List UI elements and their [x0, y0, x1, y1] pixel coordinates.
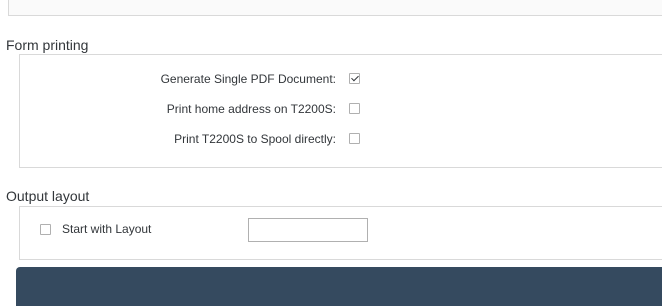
layout-input[interactable]: [248, 218, 368, 242]
start-with-layout-label: Start with Layout: [62, 222, 152, 236]
print-home-address-label: Print home address on T2200S:: [166, 102, 336, 116]
output-layout-group: Start with Layout: [19, 206, 662, 260]
generate-single-pdf-checkbox[interactable]: [349, 73, 360, 84]
print-home-address-row: Print home address on T2200S:: [20, 99, 360, 119]
print-home-address-checkbox[interactable]: [349, 103, 360, 114]
output-layout-title: Output layout: [6, 188, 90, 204]
print-to-spool-label: Print T2200S to Spool directly:: [174, 132, 336, 146]
print-to-spool-row: Print T2200S to Spool directly:: [20, 129, 360, 149]
previous-section-panel: [8, 0, 662, 16]
footer-toolbar: [16, 267, 662, 306]
generate-single-pdf-row: Generate Single PDF Document:: [20, 69, 360, 89]
generate-single-pdf-label: Generate Single PDF Document:: [160, 72, 336, 86]
print-to-spool-checkbox[interactable]: [349, 133, 360, 144]
form-printing-title: Form printing: [6, 37, 89, 53]
start-with-layout-checkbox[interactable]: [40, 224, 51, 235]
form-printing-group: Generate Single PDF Document: Print home…: [19, 54, 662, 168]
